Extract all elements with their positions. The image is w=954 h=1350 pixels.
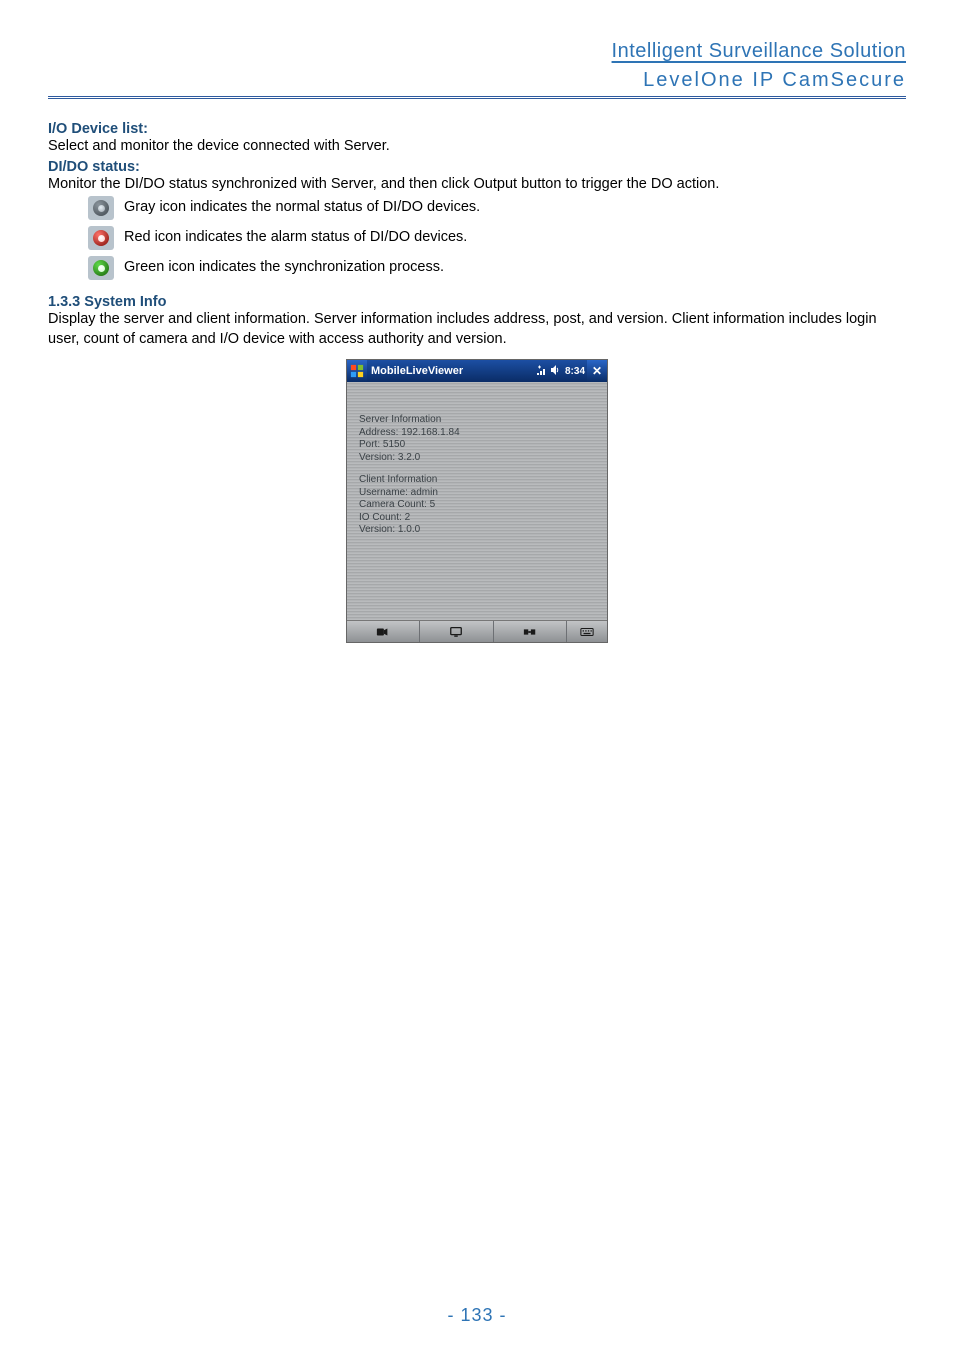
io-device-list-text: Select and monitor the device connected … [48, 137, 906, 157]
legend-green-text: Green icon indicates the synchronization… [124, 258, 444, 278]
mobile-statusbar: 8:34 [537, 365, 585, 378]
speaker-icon [551, 365, 561, 378]
bottombar-btn-3[interactable] [494, 621, 567, 642]
keyboard-icon [580, 626, 594, 638]
server-info-version: Version: 3.2.0 [359, 452, 595, 465]
client-info-io-count: IO Count: 2 [359, 512, 595, 525]
header-subtitle: LevelOne IP CamSecure [48, 69, 906, 92]
mobile-bottombar [347, 620, 607, 642]
dido-status-heading: DI/DO status: [48, 159, 906, 175]
mobile-titlebar: MobileLiveViewer 8:34 ✕ [347, 360, 607, 382]
signal-icon [537, 365, 547, 378]
server-info-address: Address: 192.168.1.84 [359, 427, 595, 440]
status-icon-legend: Gray icon indicates the normal status of… [88, 196, 906, 280]
mobile-clock: 8:34 [565, 366, 585, 377]
close-icon[interactable]: ✕ [587, 360, 607, 382]
page-header: Intelligent Surveillance Solution LevelO… [48, 40, 906, 99]
server-info-port: Port: 5150 [359, 439, 595, 452]
red-status-icon [88, 226, 114, 250]
section-io-device-list: I/O Device list: Select and monitor the … [48, 121, 906, 157]
dido-status-text: Monitor the DI/DO status synchronized wi… [48, 175, 906, 195]
monitor-icon [449, 626, 463, 638]
server-info-heading: Server Information [359, 414, 595, 427]
legend-gray-text: Gray icon indicates the normal status of… [124, 198, 480, 218]
legend-row-gray: Gray icon indicates the normal status of… [88, 196, 906, 220]
mobile-body: Server Information Address: 192.168.1.84… [347, 382, 607, 620]
client-info-heading: Client Information [359, 474, 595, 487]
client-info-version: Version: 1.0.0 [359, 524, 595, 537]
bottombar-btn-2[interactable] [420, 621, 493, 642]
client-info-camera-count: Camera Count: 5 [359, 499, 595, 512]
bottombar-btn-1[interactable] [347, 621, 420, 642]
io-device-list-heading: I/O Device list: [48, 121, 906, 137]
system-info-text: Display the server and client informatio… [48, 310, 906, 349]
section-system-info: 1.3.3 System Info Display the server and… [48, 294, 906, 349]
system-info-heading: 1.3.3 System Info [48, 294, 906, 310]
legend-red-text: Red icon indicates the alarm status of D… [124, 228, 467, 248]
windows-start-icon[interactable] [347, 360, 367, 382]
bottombar-btn-4[interactable] [567, 621, 607, 642]
section-dido-status: DI/DO status: Monitor the DI/DO status s… [48, 159, 906, 281]
mobile-screenshot-container: MobileLiveViewer 8:34 ✕ Server Informati… [48, 359, 906, 643]
camera-icon [376, 626, 390, 638]
mobile-app-title: MobileLiveViewer [371, 365, 537, 377]
legend-row-green: Green icon indicates the synchronization… [88, 256, 906, 280]
legend-row-red: Red icon indicates the alarm status of D… [88, 226, 906, 250]
header-title: Intelligent Surveillance Solution [48, 40, 906, 63]
page-number: - 133 - [0, 1305, 954, 1326]
gray-status-icon [88, 196, 114, 220]
mobile-screenshot: MobileLiveViewer 8:34 ✕ Server Informati… [346, 359, 608, 643]
client-info-block: Client Information Username: admin Camer… [359, 474, 595, 537]
io-icon [523, 626, 537, 638]
client-info-username: Username: admin [359, 487, 595, 500]
green-status-icon [88, 256, 114, 280]
server-info-block: Server Information Address: 192.168.1.84… [359, 414, 595, 464]
